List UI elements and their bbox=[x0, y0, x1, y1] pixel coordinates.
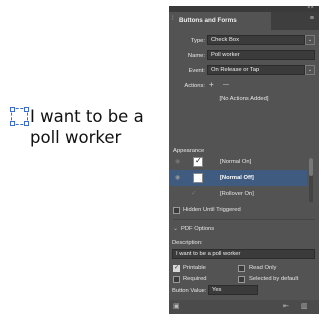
resize-handle[interactable] bbox=[10, 107, 15, 112]
appearance-scroll-thumb[interactable] bbox=[309, 158, 313, 176]
appearance-state-label: [Normal On] bbox=[220, 159, 252, 165]
tab-buttons-and-forms[interactable]: ⁞ Buttons and Forms bbox=[169, 12, 271, 30]
actions-label: Actions: bbox=[184, 83, 205, 89]
close-panel-icon[interactable]: ×× bbox=[307, 6, 314, 11]
buttons-and-forms-panel: ×× ⁞ Buttons and Forms ≡ Type: Check Box… bbox=[169, 6, 319, 314]
resize-handle[interactable] bbox=[10, 121, 15, 126]
pdf-options-label[interactable]: PDF Options bbox=[181, 226, 214, 232]
chevron-down-icon[interactable]: ⌄ bbox=[305, 65, 315, 75]
panel-menu-icon[interactable]: ≡ bbox=[310, 15, 314, 22]
appearance-state-label: [Normal Off] bbox=[220, 175, 254, 181]
grip-icon: ⁞ bbox=[172, 16, 174, 22]
resize-handle[interactable] bbox=[24, 121, 29, 126]
button-value-field[interactable]: Yes bbox=[208, 285, 258, 295]
add-action-icon[interactable]: + bbox=[209, 80, 214, 89]
collapse-chevron-icon[interactable]: ⌄ bbox=[173, 225, 178, 232]
appearance-row-selected[interactable]: ◉ [Normal Off] bbox=[169, 170, 307, 186]
read-only-checkbox[interactable] bbox=[238, 265, 245, 272]
hidden-until-triggered-label: Hidden Until Triggered bbox=[183, 207, 241, 213]
type-select[interactable]: Check Box bbox=[207, 35, 305, 45]
selected-by-default-checkbox[interactable] bbox=[238, 276, 245, 283]
button-value-label: Button Value: bbox=[172, 288, 207, 294]
printable-checkbox[interactable] bbox=[173, 264, 180, 272]
delete-icon[interactable]: ▥ bbox=[301, 302, 308, 310]
event-label: Event: bbox=[188, 68, 205, 74]
resize-handle[interactable] bbox=[24, 107, 29, 112]
required-checkbox[interactable] bbox=[173, 276, 180, 283]
hidden-until-triggered-checkbox[interactable] bbox=[173, 207, 180, 214]
remove-action-icon[interactable]: — bbox=[223, 82, 229, 88]
eye-icon[interactable]: ◉ bbox=[175, 174, 180, 181]
appearance-state-label: [Rollover On] bbox=[220, 191, 254, 197]
name-label: Name: bbox=[187, 53, 205, 59]
checkbox-field-frame[interactable] bbox=[10, 107, 29, 126]
checkbox-off-thumbnail bbox=[193, 173, 203, 183]
document-text: I want to be a poll worker bbox=[30, 107, 144, 147]
no-actions-text: [No Actions Added] bbox=[219, 96, 269, 102]
description-field[interactable]: I want to be a poll worker bbox=[172, 249, 315, 259]
appearance-row[interactable]: ✓ [Rollover On] bbox=[169, 186, 307, 202]
description-label: Description: bbox=[172, 240, 203, 246]
printable-label: Printable bbox=[183, 265, 206, 271]
appearance-row[interactable]: ◉ ✓ [Normal On] bbox=[169, 154, 307, 170]
type-label: Type: bbox=[190, 38, 205, 44]
preview-icon[interactable]: ▣ bbox=[173, 302, 180, 310]
chevron-down-icon[interactable]: ⌄ bbox=[305, 35, 315, 45]
panel-title: Buttons and Forms bbox=[179, 17, 237, 24]
checkbox-on-thumbnail: ✓ bbox=[193, 156, 203, 167]
required-label: Required bbox=[183, 276, 207, 282]
panel-footer: ▣ ⇤ ▥ bbox=[169, 300, 319, 314]
rollover-thumbnail-icon: ✓ bbox=[191, 190, 197, 197]
selected-by-default-label: Selected by default bbox=[249, 276, 299, 282]
section-divider bbox=[173, 219, 315, 220]
eye-icon[interactable]: ◉ bbox=[175, 158, 180, 165]
read-only-label: Read Only bbox=[249, 265, 277, 271]
event-select[interactable]: On Release or Tap bbox=[207, 65, 305, 75]
convert-icon[interactable]: ⇤ bbox=[283, 302, 289, 310]
name-field[interactable]: Poll worker bbox=[207, 50, 315, 60]
